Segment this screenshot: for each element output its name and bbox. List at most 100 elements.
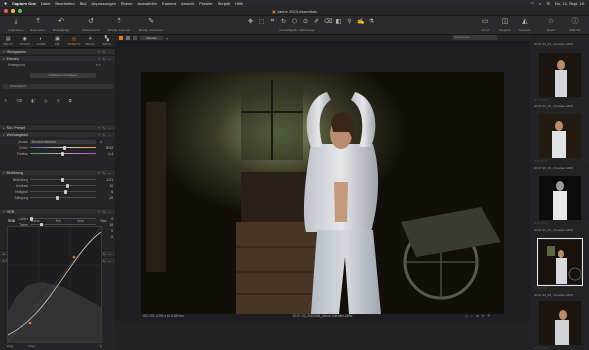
- annotate-cursor-icon[interactable]: ✍: [357, 18, 364, 25]
- tab-adjust[interactable]: ▚ VERSTL: [99, 35, 115, 47]
- picker-cursor-icon[interactable]: ⚲: [346, 18, 353, 25]
- curve-point[interactable]: [72, 255, 76, 259]
- curve-picker-icon[interactable]: ⚲: [100, 344, 102, 348]
- saturation-slider-knob[interactable]: [56, 195, 59, 200]
- section-actions-icon[interactable]: ? ✎ ⋯: [98, 133, 112, 137]
- help-button[interactable]: ⓘ Hilfe/Info: [561, 18, 589, 32]
- layers-section[interactable]: ▾ Ebenen? ✎ ⋯: [0, 55, 115, 61]
- histogram-section[interactable]: ▾ Histogramm? ✎ ⋯: [0, 48, 115, 54]
- rotate-cursor-icon[interactable]: ↻: [280, 18, 287, 25]
- curve-tab-red[interactable]: Rot: [56, 219, 61, 224]
- layer-tools-icons[interactable]: ✎ ⌫ ◧ ◎ ⚲ ⧉: [4, 98, 76, 103]
- tab-lens[interactable]: ◎ OBJEKTIV: [66, 35, 82, 47]
- brightness-slider-knob[interactable]: [64, 189, 67, 194]
- section-actions-icon[interactable]: ? ✎ ⋯: [98, 50, 112, 54]
- spot-cursor-icon[interactable]: ⊙: [302, 18, 309, 25]
- copy-adjustments-button[interactable]: ⇡ Einstlg. kopieren: [105, 18, 133, 32]
- menu-clock[interactable]: Do. 14. Sept. 18:: [555, 1, 585, 6]
- exposure-section[interactable]: ▾ Belichtung? ✎ ⋯: [0, 169, 115, 175]
- saturation-slider[interactable]: [30, 197, 96, 198]
- layer-options-icon[interactable]: ▾ ✎: [96, 63, 101, 67]
- gradient-cursor-icon[interactable]: ◧: [335, 18, 342, 25]
- brush-cursor-icon[interactable]: ✐: [313, 18, 320, 25]
- menu-bild[interactable]: Bild: [80, 1, 87, 6]
- add-tab-icon[interactable]: +: [166, 36, 168, 41]
- layer-list-item[interactable]: Hintergrund: [2, 84, 113, 89]
- chevron-down-icon: ▾: [3, 258, 5, 263]
- curve-point[interactable]: [28, 321, 32, 325]
- crop-cursor-icon[interactable]: ⌗: [269, 18, 276, 25]
- menu-app[interactable]: Capture One: [12, 1, 36, 6]
- viewer-footer-icons[interactable]: ▢ ◇ ⊕ ✎ ☰: [465, 314, 491, 318]
- apple-icon[interactable]: ●: [4, 1, 7, 7]
- wb-mode-select[interactable]: Benutzerdefiniert: [30, 139, 96, 144]
- menu-hilfe[interactable]: Hilfe: [235, 1, 243, 6]
- white-balance-section[interactable]: ▾ Weißabgleich? ✎ ⋯: [0, 131, 115, 137]
- hdr-section[interactable]: ▾ HDR? ✎ ⋯: [0, 208, 115, 214]
- color-tag-gray[interactable]: [126, 36, 130, 40]
- curve-graph[interactable]: [7, 226, 102, 343]
- section-actions-icon[interactable]: ? ✎ ⋯: [98, 126, 112, 130]
- menu-ebene[interactable]: Ebene: [121, 1, 133, 6]
- tab-color[interactable]: ◐ FARBE: [33, 35, 49, 47]
- thumbnail-actions[interactable]: ☆☆☆☆☆ ◌: [534, 159, 586, 163]
- tint-slider-knob[interactable]: [61, 151, 64, 156]
- menu-bearbeiten[interactable]: Bearbeiten: [55, 1, 74, 6]
- exposure-slider-knob[interactable]: [61, 177, 64, 182]
- menu-auswaehlen[interactable]: Auswählen: [137, 1, 157, 6]
- curve-tab-blue[interactable]: Blau: [100, 219, 106, 224]
- eraser-cursor-icon[interactable]: ⌫: [324, 18, 332, 25]
- menu-datei[interactable]: Datei: [41, 1, 50, 6]
- section-actions-icon[interactable]: ? ✎ ⋯: [98, 57, 112, 61]
- section-actions-icon[interactable]: ? ✎ ⋯: [98, 210, 112, 214]
- section-actions-icon[interactable]: ? ✎ ⋯: [98, 171, 112, 175]
- undo-button[interactable]: ↶ Rückgängig: [47, 18, 75, 32]
- wifi-icon[interactable]: ◠: [531, 1, 535, 6]
- thumbnail-3[interactable]: [539, 176, 581, 220]
- curve-svg[interactable]: [7, 226, 102, 343]
- menu-skripte[interactable]: Skripte: [218, 1, 230, 6]
- kelvin-slider-knob[interactable]: [63, 145, 66, 150]
- wb-picker-icon[interactable]: ⚲: [100, 140, 102, 144]
- curve-tab-luma[interactable]: Luma: [31, 219, 39, 224]
- film-section[interactable]: ▸ Stil / Preset? ✎ ⋯: [0, 124, 115, 130]
- variant-tab[interactable]: Variante: [140, 36, 163, 40]
- zoom-fit-field[interactable]: Eingepasst: [452, 35, 497, 40]
- wb-cursor-icon[interactable]: ⚗: [368, 18, 375, 25]
- menu-anpassungen[interactable]: Anpassungen: [91, 1, 115, 6]
- layer-bg-row[interactable]: Hintergrund ▾ ✎: [0, 62, 115, 67]
- menu-fenster[interactable]: Fenster: [199, 1, 213, 6]
- keystone-cursor-icon[interactable]: ⬡: [291, 18, 298, 25]
- contrast-slider[interactable]: [30, 185, 96, 186]
- curve-tab-rgb[interactable]: RGB: [8, 219, 15, 224]
- thumbnail-actions[interactable]: ☆☆☆☆☆ ◌: [534, 98, 586, 102]
- thumbnail-actions[interactable]: ☆☆☆☆☆ ◌: [534, 221, 586, 225]
- reset-button[interactable]: ↺ Zurücksetzen: [77, 18, 105, 32]
- tab-exposure[interactable]: ☀ BELICH: [82, 35, 98, 47]
- thumbnail-4-selected[interactable]: [537, 238, 583, 286]
- menu-kamera[interactable]: Kamera: [162, 1, 176, 6]
- thumbnail-actions[interactable]: ☆☆☆☆☆ ◌: [534, 286, 586, 290]
- tab-library[interactable]: ▤ BIBLIOT: [0, 35, 16, 47]
- search-icon[interactable]: ⌕: [539, 1, 541, 6]
- brightness-slider[interactable]: [30, 191, 96, 192]
- thumbnail-5[interactable]: [539, 301, 581, 345]
- thumbnail-actions[interactable]: ☆☆☆☆☆ ◌: [534, 346, 586, 350]
- recipes-button[interactable]: ◭ Rezepte: [511, 18, 539, 32]
- tab-layers[interactable]: ▣ EBL: [49, 35, 65, 47]
- thumb-figure: [558, 250, 564, 258]
- apply-adjustments-button[interactable]: ✎ Einstlg. anwenden: [137, 18, 165, 32]
- main-photo[interactable]: [141, 72, 504, 314]
- select-cursor-icon[interactable]: ⬚: [258, 18, 265, 25]
- add-fill-layer-button[interactable]: Füllebene hinzufügen: [30, 73, 96, 78]
- menu-ansicht[interactable]: Ansicht: [181, 1, 194, 6]
- control-center-icon[interactable]: ☰: [546, 1, 550, 6]
- color-tag-orange[interactable]: [119, 36, 123, 40]
- thumbnail-2[interactable]: [539, 114, 581, 158]
- curve-tab-green[interactable]: Grün: [77, 219, 84, 224]
- thumbnail-1[interactable]: [539, 53, 581, 97]
- pan-cursor-icon[interactable]: ✥: [247, 18, 254, 25]
- contrast-slider-knob[interactable]: [66, 183, 69, 188]
- color-tag-dark[interactable]: [133, 36, 137, 40]
- tab-tether[interactable]: ◉ TETHER: [16, 35, 32, 47]
